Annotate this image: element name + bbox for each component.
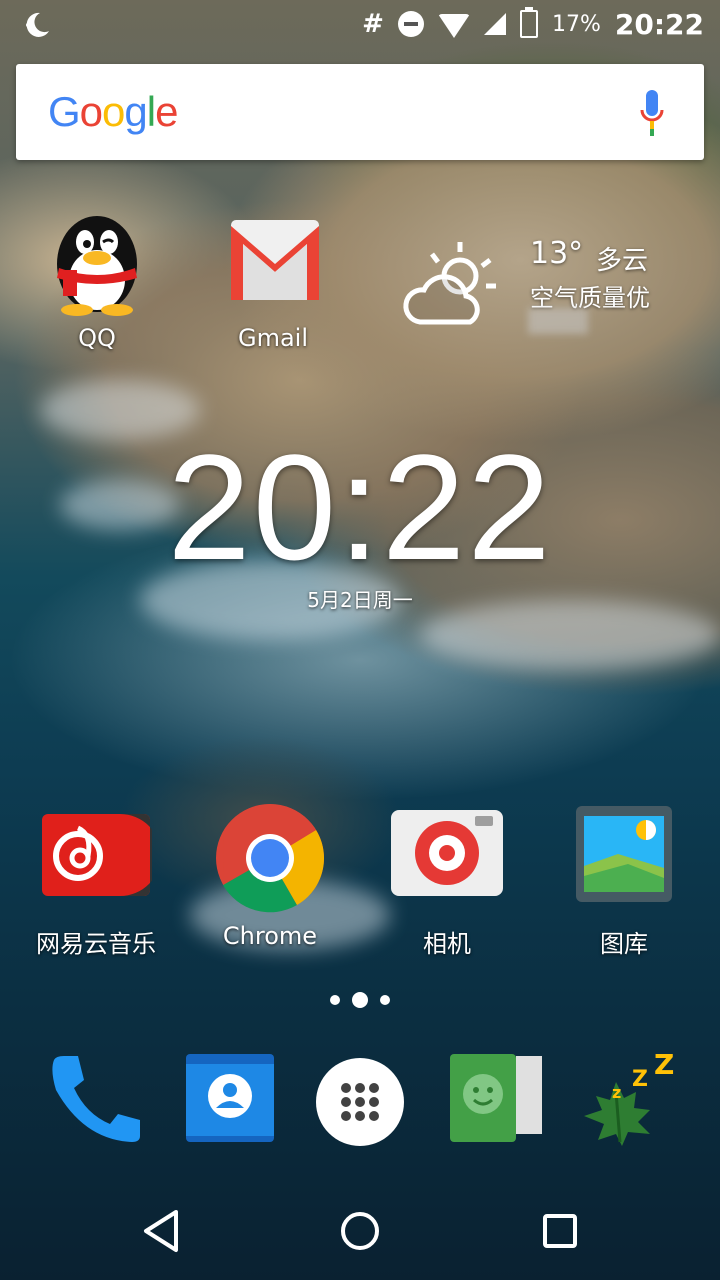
app-gmail[interactable]: Gmail — [198, 206, 348, 352]
dock-sleep[interactable]: z Z Z — [576, 1048, 676, 1152]
app-label: QQ — [78, 324, 116, 352]
dock-phone[interactable] — [44, 1050, 144, 1150]
recents-icon — [543, 1214, 577, 1248]
app-gallery[interactable]: 图库 — [549, 806, 699, 959]
weather-temperature: 13° — [530, 236, 584, 271]
status-bar: # 17% 20:22 — [0, 0, 720, 48]
app-drawer-icon — [316, 1058, 404, 1146]
page-dot-active — [352, 992, 368, 1008]
weather-condition: 多云 — [596, 246, 649, 276]
app-chrome[interactable]: Chrome — [195, 800, 345, 950]
do-not-disturb-icon — [397, 11, 424, 37]
qq-penguin-icon — [41, 206, 153, 318]
wifi-icon — [437, 14, 470, 38]
back-button[interactable] — [130, 1206, 190, 1256]
cell-signal-icon — [483, 13, 506, 35]
hash-icon: # — [362, 9, 384, 39]
back-icon — [144, 1210, 178, 1252]
messaging-icon — [450, 1054, 542, 1142]
battery-icon — [519, 7, 538, 38]
status-clock: 20:22 — [614, 7, 704, 41]
phone-icon — [52, 1056, 140, 1142]
contacts-icon — [186, 1054, 274, 1142]
app-label: Chrome — [222, 922, 318, 950]
night-mode-icon — [22, 10, 52, 47]
netease-music-icon — [40, 806, 161, 918]
app-qq[interactable]: QQ — [22, 206, 172, 352]
dock-messaging[interactable] — [446, 1050, 546, 1150]
dock-contacts[interactable] — [180, 1050, 280, 1150]
page-dot — [380, 995, 390, 1005]
home-button[interactable] — [330, 1206, 390, 1256]
svg-text:Z: Z — [654, 1052, 674, 1081]
page-dot — [330, 995, 340, 1005]
chrome-icon — [212, 800, 328, 916]
clock-date: 5月2日周一 — [307, 588, 413, 612]
app-netease-music[interactable]: 网易云音乐 — [21, 806, 171, 959]
navigation-bar — [0, 1176, 720, 1280]
svg-text:z: z — [612, 1083, 621, 1102]
app-label: 图库 — [600, 930, 648, 958]
page-indicator — [0, 992, 720, 1008]
app-label: 相机 — [423, 930, 471, 958]
app-label: 网易云音乐 — [36, 930, 156, 958]
app-camera[interactable]: 相机 — [372, 806, 522, 959]
home-icon — [341, 1212, 379, 1250]
weather-widget[interactable]: 13° 多云 空气质量优 — [400, 232, 700, 342]
gallery-icon — [568, 806, 680, 918]
dock-app-drawer[interactable] — [312, 1054, 412, 1154]
google-search-bar[interactable]: Google — [16, 64, 704, 160]
clock-widget[interactable]: 20:22 — [0, 432, 720, 582]
battery-percent: 17% — [551, 11, 601, 37]
blurred-location — [528, 308, 588, 334]
google-logo: Google — [48, 88, 178, 135]
clock-time: 20:22 — [167, 423, 553, 591]
sleep-leaf-icon: z Z Z — [584, 1048, 674, 1146]
gmail-icon — [217, 206, 329, 318]
recents-button[interactable] — [530, 1206, 590, 1256]
app-label: Gmail — [237, 324, 309, 352]
partly-cloudy-icon — [403, 242, 496, 325]
mic-icon[interactable] — [640, 90, 664, 136]
camera-icon — [391, 806, 503, 918]
svg-text:Z: Z — [632, 1067, 648, 1092]
